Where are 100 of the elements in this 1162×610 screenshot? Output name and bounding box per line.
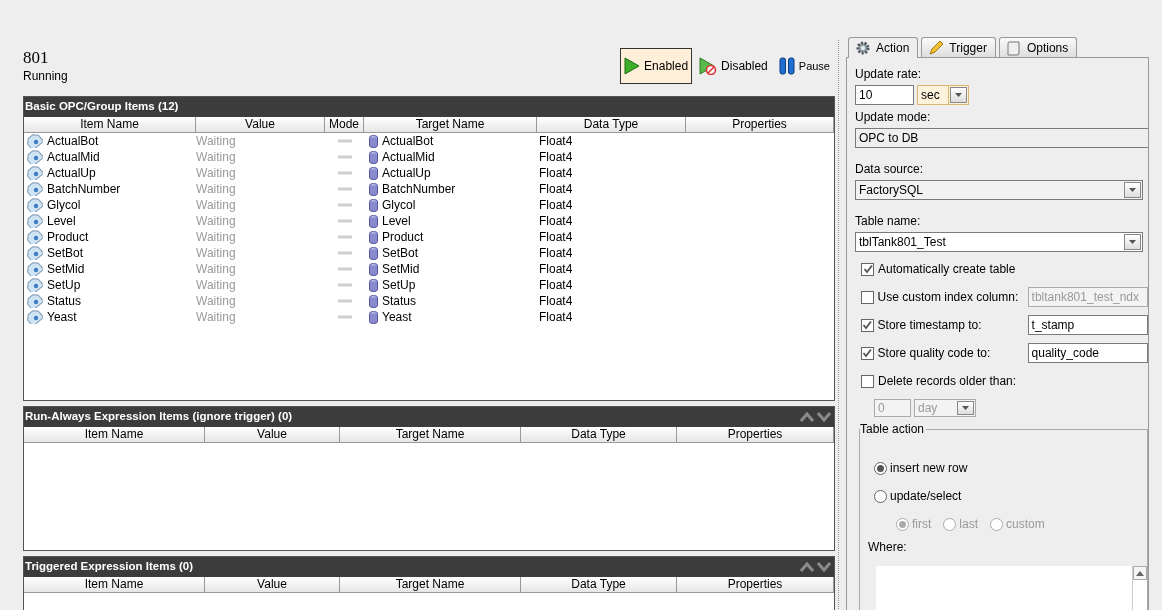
checkbox-label: Store quality code to: — [877, 345, 992, 362]
column-header[interactable]: Value — [205, 577, 340, 592]
column-header[interactable]: Target Name — [364, 117, 537, 132]
column-header[interactable]: Properties — [677, 577, 834, 592]
column-header[interactable]: Item Name — [24, 427, 205, 442]
caret-down-icon — [954, 92, 963, 98]
field-label: Update rate: — [855, 66, 923, 82]
checkbox-label: Store timestamp to: — [877, 317, 983, 334]
database-icon — [369, 214, 378, 228]
column-header[interactable]: Data Type — [521, 577, 677, 592]
tag-icon — [27, 150, 43, 164]
mode-button[interactable]: Pause — [774, 48, 834, 84]
table-cell: Waiting — [196, 181, 236, 197]
dash-icon — [337, 315, 352, 319]
column-header[interactable]: Target Name — [340, 577, 521, 592]
scroll-up-icon — [1136, 570, 1144, 576]
tag-icon — [27, 278, 43, 292]
checkbox[interactable] — [861, 318, 874, 332]
table-cell: Float4 — [539, 245, 573, 261]
column-header[interactable]: Data Type — [521, 427, 677, 442]
table-cell: Float4 — [539, 149, 573, 165]
column-header[interactable]: Properties — [677, 427, 834, 442]
field-label: Data source: — [855, 161, 925, 177]
checkbox[interactable] — [861, 262, 874, 276]
unit-dropdown[interactable]: sec — [917, 85, 969, 105]
column-header[interactable]: Item Name — [24, 577, 205, 592]
mode-button[interactable]: Disabled — [695, 48, 772, 84]
table-cell: ActualBot — [47, 133, 99, 149]
radio-label: first — [912, 516, 932, 533]
table-cell: BatchNumber — [382, 181, 456, 197]
checkmark-icon — [862, 348, 873, 358]
field-label: Where: — [868, 539, 908, 556]
tag-icon — [27, 166, 43, 180]
rate-field[interactable]: 10 — [855, 85, 914, 105]
database-icon — [369, 230, 378, 244]
dash-icon — [337, 235, 352, 239]
tab[interactable]: Trigger — [921, 37, 996, 57]
tab[interactable]: Action — [848, 37, 919, 58]
panel-title: Basic OPC/Group Items (12) — [25, 99, 179, 115]
table-cell: Float4 — [539, 197, 573, 213]
checkmark-icon — [862, 320, 873, 330]
tag-icon — [27, 214, 43, 228]
tag-icon — [27, 262, 43, 276]
text-field[interactable]: quality_code — [1027, 343, 1148, 363]
table-cell: Level — [382, 213, 411, 229]
column-header[interactable]: Properties — [686, 117, 834, 132]
database-icon — [369, 182, 378, 196]
table-cell: Waiting — [196, 213, 236, 229]
column-header[interactable]: Data Type — [537, 117, 686, 132]
dash-icon — [337, 251, 352, 255]
dash-icon — [337, 187, 352, 191]
checkbox[interactable] — [861, 346, 874, 360]
panel-title: Triggered Expression Items (0) — [25, 559, 194, 575]
table-cell: Waiting — [196, 245, 236, 261]
mode-button[interactable]: Enabled — [620, 48, 693, 84]
dash-icon — [337, 203, 352, 207]
table-cell: Product — [47, 229, 89, 245]
table-cell: Waiting — [196, 293, 236, 309]
radio-button[interactable] — [874, 489, 887, 503]
table-cell: Float4 — [539, 293, 573, 309]
caret-down-icon — [1128, 187, 1137, 193]
caret-down-icon — [1128, 239, 1137, 245]
table-cell: Waiting — [196, 309, 236, 325]
dash-icon — [337, 219, 352, 223]
field-label: Update mode: — [855, 109, 932, 125]
column-header[interactable]: Mode — [325, 117, 364, 132]
database-icon — [369, 246, 378, 260]
radio-button[interactable] — [990, 517, 1004, 531]
checkbox-label: Delete records older than: — [878, 373, 1017, 390]
radio-button[interactable] — [896, 517, 909, 531]
tab[interactable]: Options — [998, 37, 1078, 57]
radio-button[interactable] — [943, 517, 957, 531]
database-icon — [369, 150, 378, 164]
radio-label: custom — [1006, 516, 1045, 533]
dash-icon — [337, 267, 352, 271]
data-source-dropdown[interactable]: FactorySQL — [855, 180, 1143, 200]
database-icon — [369, 310, 378, 324]
table-cell: ActualUp — [47, 165, 96, 181]
column-header[interactable]: Value — [196, 117, 325, 132]
dash-icon — [337, 171, 352, 175]
table-cell: Yeast — [47, 309, 77, 325]
table-name-dropdown[interactable]: tblTank801_Test — [855, 232, 1143, 252]
pause-icon — [778, 57, 795, 75]
column-header[interactable]: Target Name — [340, 427, 521, 442]
table-cell: Glycol — [382, 197, 416, 213]
database-icon — [369, 278, 378, 292]
checkbox[interactable] — [861, 374, 874, 388]
column-header[interactable]: Item Name — [24, 117, 196, 132]
pencil-icon — [928, 39, 945, 56]
database-icon — [369, 134, 378, 148]
table-cell: Float4 — [539, 277, 573, 293]
text-field[interactable]: t_stamp — [1027, 315, 1148, 335]
tag-icon — [27, 182, 43, 196]
column-header[interactable]: Value — [205, 427, 340, 442]
table-cell: Waiting — [196, 261, 236, 277]
play-icon — [624, 57, 641, 75]
radio-button[interactable] — [874, 461, 887, 475]
table-cell: Float4 — [539, 181, 573, 197]
tag-icon — [27, 134, 43, 148]
mode-field[interactable]: OPC to DB — [855, 128, 1148, 148]
